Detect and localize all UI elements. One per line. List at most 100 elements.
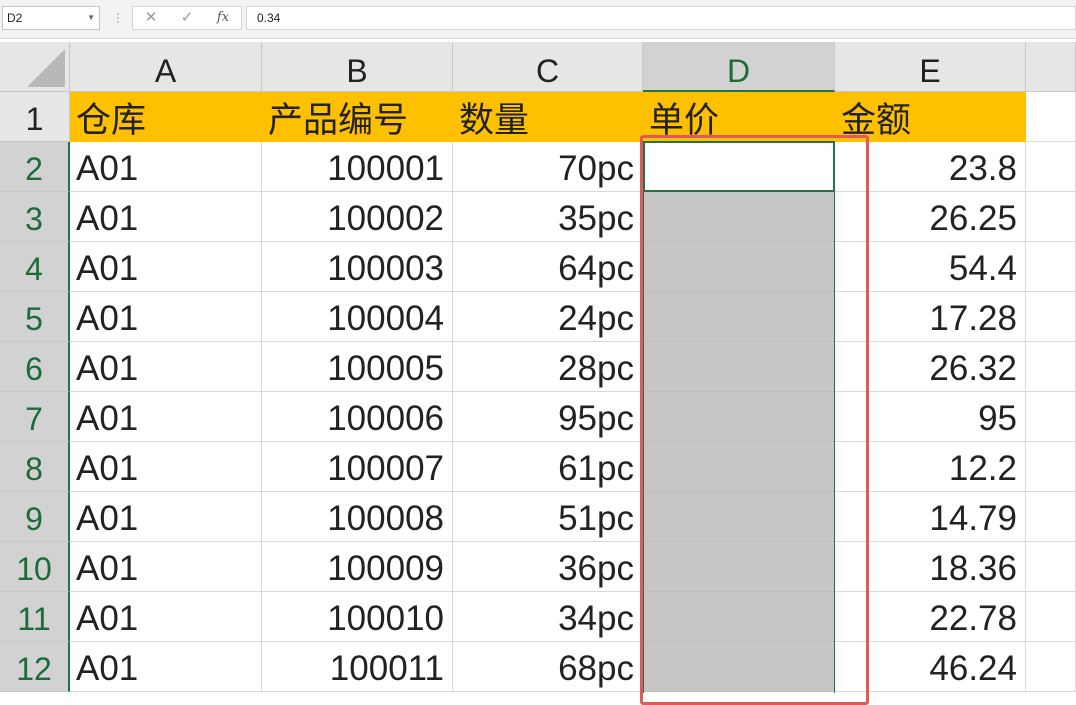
row-header-10[interactable]: 10: [0, 542, 70, 592]
cell-a3[interactable]: A01: [70, 192, 262, 242]
column-header-a[interactable]: A: [70, 42, 262, 92]
column-header-c[interactable]: C: [453, 42, 643, 92]
cell-c4[interactable]: 64pc: [453, 242, 643, 292]
active-cell-d2[interactable]: [643, 141, 835, 192]
cell-d3[interactable]: [643, 192, 835, 242]
header-cell-warehouse[interactable]: 仓库: [70, 92, 262, 142]
cell-a4[interactable]: A01: [70, 242, 262, 292]
cell-e10[interactable]: 18.36: [835, 542, 1026, 592]
cell-f6[interactable]: [1026, 342, 1076, 392]
cell-d6[interactable]: [643, 342, 835, 392]
cell-f5[interactable]: [1026, 292, 1076, 342]
cell-c2[interactable]: 70pc: [453, 142, 643, 192]
cell-f10[interactable]: [1026, 542, 1076, 592]
header-cell-amount[interactable]: 金额: [835, 92, 1026, 142]
cell-c11[interactable]: 34pc: [453, 592, 643, 642]
cell-a8[interactable]: A01: [70, 442, 262, 492]
formula-input[interactable]: 0.34: [246, 6, 1076, 30]
cell-b9[interactable]: 100008: [262, 492, 453, 542]
row-header-7[interactable]: 7: [0, 392, 70, 442]
cell-c8[interactable]: 61pc: [453, 442, 643, 492]
cell-e8[interactable]: 12.2: [835, 442, 1026, 492]
cell-a5[interactable]: A01: [70, 292, 262, 342]
cell-c6[interactable]: 28pc: [453, 342, 643, 392]
cell-d4[interactable]: [643, 242, 835, 292]
row-header-3[interactable]: 3: [0, 192, 70, 242]
cell-d11[interactable]: [643, 592, 835, 642]
header-cell-quantity[interactable]: 数量: [453, 92, 643, 142]
column-header-f[interactable]: [1026, 42, 1076, 92]
enter-icon[interactable]: ✓: [173, 7, 201, 29]
cell-d12[interactable]: [643, 642, 835, 692]
column-header-d[interactable]: D: [643, 42, 835, 92]
header-cell-product-id[interactable]: 产品编号: [262, 92, 453, 142]
cell-b6[interactable]: 100005: [262, 342, 453, 392]
cell-f12[interactable]: [1026, 642, 1076, 692]
chevron-down-icon[interactable]: ▼: [87, 7, 95, 29]
cell-b5[interactable]: 100004: [262, 292, 453, 342]
cell-d10[interactable]: [643, 542, 835, 592]
cell-d5[interactable]: [643, 292, 835, 342]
row-header-2[interactable]: 2: [0, 142, 70, 192]
cell-c5[interactable]: 24pc: [453, 292, 643, 342]
cell-f11[interactable]: [1026, 592, 1076, 642]
cell-f2[interactable]: [1026, 142, 1076, 192]
cell-f3[interactable]: [1026, 192, 1076, 242]
cell-c10[interactable]: 36pc: [453, 542, 643, 592]
row-header-9[interactable]: 9: [0, 492, 70, 542]
column-header-e[interactable]: E: [835, 42, 1026, 92]
more-options-icon[interactable]: ⋮: [112, 8, 124, 28]
cell-b12[interactable]: 100011: [262, 642, 453, 692]
cell-e2[interactable]: 23.8: [835, 142, 1026, 192]
cell-f4[interactable]: [1026, 242, 1076, 292]
cell-e5[interactable]: 17.28: [835, 292, 1026, 342]
cell-b3[interactable]: 100002: [262, 192, 453, 242]
cell-b7[interactable]: 100006: [262, 392, 453, 442]
cancel-icon[interactable]: ✕: [137, 7, 165, 29]
cell-e9[interactable]: 14.79: [835, 492, 1026, 542]
cell-a9[interactable]: A01: [70, 492, 262, 542]
row-header-8[interactable]: 8: [0, 442, 70, 492]
cell-b4[interactable]: 100003: [262, 242, 453, 292]
row-header-1[interactable]: 1: [0, 92, 70, 142]
header-cell-unit-price[interactable]: 单价: [643, 92, 835, 142]
cell-e11[interactable]: 22.78: [835, 592, 1026, 642]
row-header-4[interactable]: 4: [0, 242, 70, 292]
cell-b11[interactable]: 100010: [262, 592, 453, 642]
cell-a11[interactable]: A01: [70, 592, 262, 642]
column-header-b[interactable]: B: [262, 42, 453, 92]
cell-e6[interactable]: 26.32: [835, 342, 1026, 392]
cell-f8[interactable]: [1026, 442, 1076, 492]
select-all-corner[interactable]: [0, 42, 70, 92]
cell-d7[interactable]: [643, 392, 835, 442]
cell-b10[interactable]: 100009: [262, 542, 453, 592]
cell-e7[interactable]: 95: [835, 392, 1026, 442]
cell-c12[interactable]: 68pc: [453, 642, 643, 692]
cell-b2[interactable]: 100001: [262, 142, 453, 192]
cell-c7[interactable]: 95pc: [453, 392, 643, 442]
cell-c3[interactable]: 35pc: [453, 192, 643, 242]
cell-e12[interactable]: 46.24: [835, 642, 1026, 692]
cell-a6[interactable]: A01: [70, 342, 262, 392]
insert-function-icon[interactable]: fx: [209, 7, 237, 29]
row-header-6[interactable]: 6: [0, 342, 70, 392]
cell-b8[interactable]: 100007: [262, 442, 453, 492]
row-header-5[interactable]: 5: [0, 292, 70, 342]
row-header-12[interactable]: 12: [0, 642, 70, 692]
cell-f7[interactable]: [1026, 392, 1076, 442]
cell-c9[interactable]: 51pc: [453, 492, 643, 542]
cell-d9[interactable]: [643, 492, 835, 542]
empty-cell[interactable]: [1026, 92, 1076, 142]
cell-a2[interactable]: A01: [70, 142, 262, 192]
row-header-11[interactable]: 11: [0, 592, 70, 642]
cell-e3[interactable]: 26.25: [835, 192, 1026, 242]
cell-a12[interactable]: A01: [70, 642, 262, 692]
name-box[interactable]: D2 ▼: [2, 6, 100, 30]
cell-e4[interactable]: 54.4: [835, 242, 1026, 292]
cell-a7[interactable]: A01: [70, 392, 262, 442]
cell-a10[interactable]: A01: [70, 542, 262, 592]
cell-f9[interactable]: [1026, 492, 1076, 542]
cell-d8[interactable]: [643, 442, 835, 492]
formula-buttons: ✕ ✓ fx: [132, 6, 242, 30]
formula-bar: D2 ▼ ⋮ ✕ ✓ fx 0.34: [0, 0, 1076, 39]
